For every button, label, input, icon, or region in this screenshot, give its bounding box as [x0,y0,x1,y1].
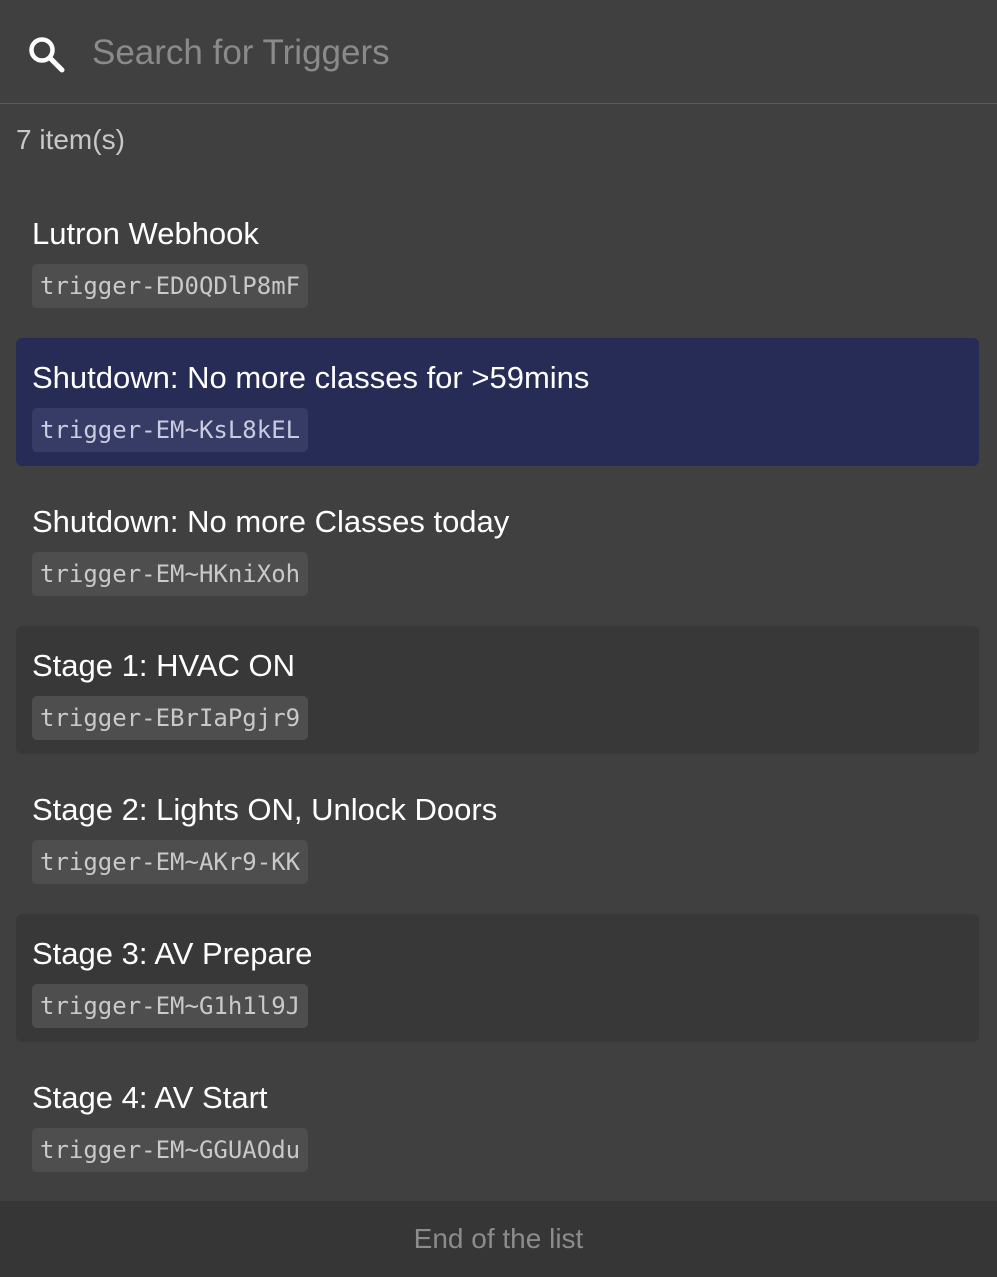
item-title: Stage 1: HVAC ON [32,648,296,683]
item-title: Stage 2: Lights ON, Unlock Doors [32,792,498,827]
item-id-badge: trigger-EM~GGUAOdu [32,1128,309,1172]
search-icon[interactable] [26,34,66,74]
search-bar [0,0,997,104]
list-item[interactable]: Shutdown: No more classes for >59mins tr… [16,338,979,466]
item-title: Stage 4: AV Start [32,1080,268,1115]
item-title: Shutdown: No more classes for >59mins [32,360,590,395]
item-id-badge: trigger-EM~G1h1l9J [32,984,309,1028]
list-item[interactable]: Stage 4: AV Start trigger-EM~GGUAOdu [16,1058,979,1186]
list-item[interactable]: Lutron Webhook trigger-ED0QDlP8mF [16,194,979,322]
item-count: 7 item(s) [16,124,125,155]
list-item[interactable]: Stage 2: Lights ON, Unlock Doors trigger… [16,770,979,898]
item-title: Stage 3: AV Prepare [32,936,313,971]
item-id-badge: trigger-EM~KsL8kEL [32,408,309,452]
list-item[interactable]: Stage 1: HVAC ON trigger-EBrIaPgjr9 [16,626,979,754]
item-id-badge: trigger-EM~AKr9-KK [32,840,309,884]
item-title: Lutron Webhook [32,216,259,251]
list-item[interactable]: Stage 3: AV Prepare trigger-EM~G1h1l9J [16,914,979,1042]
item-id-badge: trigger-ED0QDlP8mF [32,264,309,308]
item-title: Shutdown: No more Classes today [32,504,510,539]
list-end-footer: End of the list [0,1201,997,1277]
search-input[interactable] [92,28,972,78]
item-id-badge: trigger-EM~HKniXoh [32,552,309,596]
list-item[interactable]: Shutdown: No more Classes today trigger-… [16,482,979,610]
item-id-badge: trigger-EBrIaPgjr9 [32,696,309,740]
